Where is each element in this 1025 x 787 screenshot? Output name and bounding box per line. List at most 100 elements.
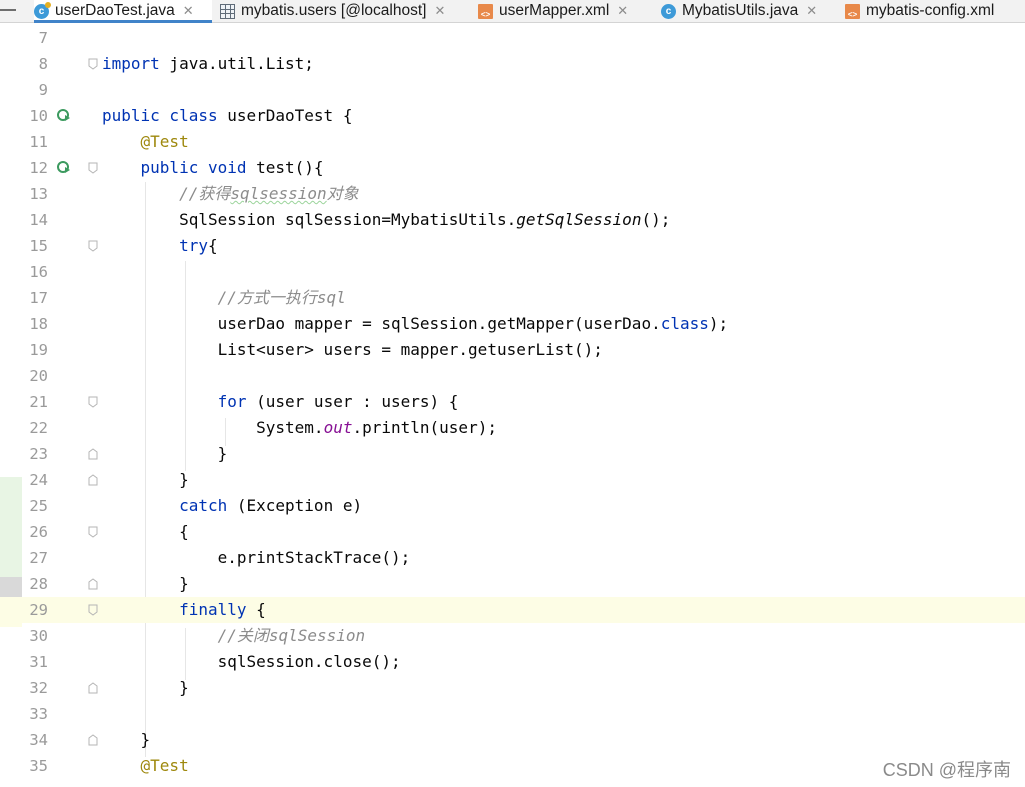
code-line: 14 SqlSession sqlSession=MybatisUtils.ge… bbox=[0, 207, 1025, 233]
line-number: 23 bbox=[29, 445, 48, 463]
tab-mybatisutils[interactable]: c MybatisUtils.java ✕ bbox=[661, 0, 833, 22]
code-line: 26 { bbox=[0, 519, 1025, 545]
code-line: 19 List<user> users = mapper.getuserList… bbox=[0, 337, 1025, 363]
code-text: @Test bbox=[140, 132, 189, 151]
code-line: 27 e.printStackTrace(); bbox=[0, 545, 1025, 571]
fold-marker-icon[interactable] bbox=[88, 162, 98, 174]
line-number: 10 bbox=[29, 107, 48, 125]
code-line: 32 } bbox=[0, 675, 1025, 701]
line-number: 18 bbox=[29, 315, 48, 333]
java-class-icon: c bbox=[34, 1, 51, 19]
code-line: 35 @Test bbox=[0, 753, 1025, 779]
tab-mybatis-config[interactable]: <> mybatis-config.xml bbox=[845, 0, 1025, 22]
line-number: 26 bbox=[29, 523, 48, 541]
fold-end-icon[interactable] bbox=[88, 682, 98, 694]
line-number: 15 bbox=[29, 237, 48, 255]
line-number: 30 bbox=[29, 627, 48, 645]
line-number: 20 bbox=[29, 367, 48, 385]
code-line: 12 public void test(){ bbox=[0, 155, 1025, 181]
xml-file-icon: <> bbox=[845, 3, 860, 19]
code-line: 11 @Test bbox=[0, 129, 1025, 155]
db-table-icon bbox=[220, 3, 235, 19]
line-number: 21 bbox=[29, 393, 48, 411]
close-icon[interactable]: ✕ bbox=[183, 3, 194, 19]
tab-label: MybatisUtils.java bbox=[682, 2, 799, 19]
close-icon[interactable]: ✕ bbox=[617, 3, 628, 19]
code-text: { bbox=[102, 522, 189, 541]
line-number: 8 bbox=[38, 55, 48, 73]
code-text: } bbox=[102, 678, 189, 697]
code-line: 25 catch (Exception e) bbox=[0, 493, 1025, 519]
code-line: 24 } bbox=[0, 467, 1025, 493]
fold-end-icon[interactable] bbox=[88, 578, 98, 590]
code-text: finally { bbox=[179, 600, 266, 619]
line-number: 29 bbox=[29, 601, 48, 619]
code-text: } bbox=[102, 444, 228, 463]
tab-mybatis-users[interactable]: mybatis.users [@localhost] ✕ bbox=[220, 0, 468, 22]
code-line: 30 //关闭sqlSession bbox=[0, 623, 1025, 649]
code-text: public class userDaoTest { bbox=[102, 106, 353, 125]
fold-marker-icon[interactable] bbox=[88, 240, 98, 252]
fold-end-icon[interactable] bbox=[88, 474, 98, 486]
tab-usermapper-xml[interactable]: <> userMapper.xml ✕ bbox=[478, 0, 648, 22]
code-text: for (user user : users) { bbox=[217, 392, 459, 411]
line-number: 9 bbox=[38, 81, 48, 99]
line-number: 7 bbox=[38, 29, 48, 47]
code-text: import java.util.List; bbox=[102, 54, 314, 73]
line-number: 24 bbox=[29, 471, 48, 489]
code-line: 33 bbox=[0, 701, 1025, 727]
code-line: 34 } bbox=[0, 727, 1025, 753]
code-line-current: 29 finally { bbox=[0, 597, 1025, 623]
code-line: 9 bbox=[0, 77, 1025, 103]
code-line: 23 } bbox=[0, 441, 1025, 467]
line-number: 22 bbox=[29, 419, 48, 437]
line-number: 33 bbox=[29, 705, 48, 723]
code-text: catch (Exception e) bbox=[179, 496, 363, 515]
line-number: 34 bbox=[29, 731, 48, 749]
code-text: List<user> users = mapper.getuserList(); bbox=[102, 340, 603, 359]
code-text: //获得sqlsession对象 bbox=[179, 184, 359, 203]
code-line: 22 System.out.println(user); bbox=[0, 415, 1025, 441]
code-line: 7 bbox=[0, 25, 1025, 51]
tab-label: mybatis.users [@localhost] bbox=[241, 2, 427, 19]
code-text: sqlSession.close(); bbox=[102, 652, 401, 671]
code-line: 21 for (user user : users) { bbox=[0, 389, 1025, 415]
tab-overflow-icon[interactable] bbox=[0, 9, 16, 11]
java-class-icon: c bbox=[661, 3, 676, 19]
code-line: 31 sqlSession.close(); bbox=[0, 649, 1025, 675]
code-text: e.printStackTrace(); bbox=[102, 548, 411, 567]
line-number: 27 bbox=[29, 549, 48, 567]
line-number: 11 bbox=[29, 133, 48, 151]
code-text: } bbox=[102, 470, 189, 489]
xml-file-icon: <> bbox=[478, 3, 493, 19]
line-number: 16 bbox=[29, 263, 48, 281]
line-number: 28 bbox=[29, 575, 48, 593]
fold-end-icon[interactable] bbox=[88, 734, 98, 746]
line-number: 17 bbox=[29, 289, 48, 307]
fold-marker-icon[interactable] bbox=[88, 604, 98, 616]
code-line: 8 import java.util.List; bbox=[0, 51, 1025, 77]
code-line: 17 //方式一执行sql bbox=[0, 285, 1025, 311]
code-line: 28 } bbox=[0, 571, 1025, 597]
line-number: 25 bbox=[29, 497, 48, 515]
fold-marker-icon[interactable] bbox=[88, 526, 98, 538]
line-number: 35 bbox=[29, 757, 48, 775]
run-icon[interactable] bbox=[57, 109, 71, 123]
tab-userdaotest[interactable]: c userDaoTest.java ✕ bbox=[34, 0, 212, 23]
close-icon[interactable]: ✕ bbox=[434, 3, 445, 19]
code-text: System.out.println(user); bbox=[102, 418, 497, 437]
line-number: 14 bbox=[29, 211, 48, 229]
line-number: 12 bbox=[29, 159, 48, 177]
code-line: 13 //获得sqlsession对象 bbox=[0, 181, 1025, 207]
code-line: 20 bbox=[0, 363, 1025, 389]
line-number: 13 bbox=[29, 185, 48, 203]
fold-marker-icon[interactable] bbox=[88, 58, 98, 70]
fold-marker-icon[interactable] bbox=[88, 396, 98, 408]
code-text: //关闭sqlSession bbox=[217, 626, 366, 645]
close-icon[interactable]: ✕ bbox=[806, 3, 817, 19]
run-icon[interactable] bbox=[57, 161, 71, 175]
code-text: @Test bbox=[140, 756, 189, 775]
fold-end-icon[interactable] bbox=[88, 448, 98, 460]
code-text: //方式一执行sql bbox=[217, 288, 346, 307]
code-line: 16 bbox=[0, 259, 1025, 285]
